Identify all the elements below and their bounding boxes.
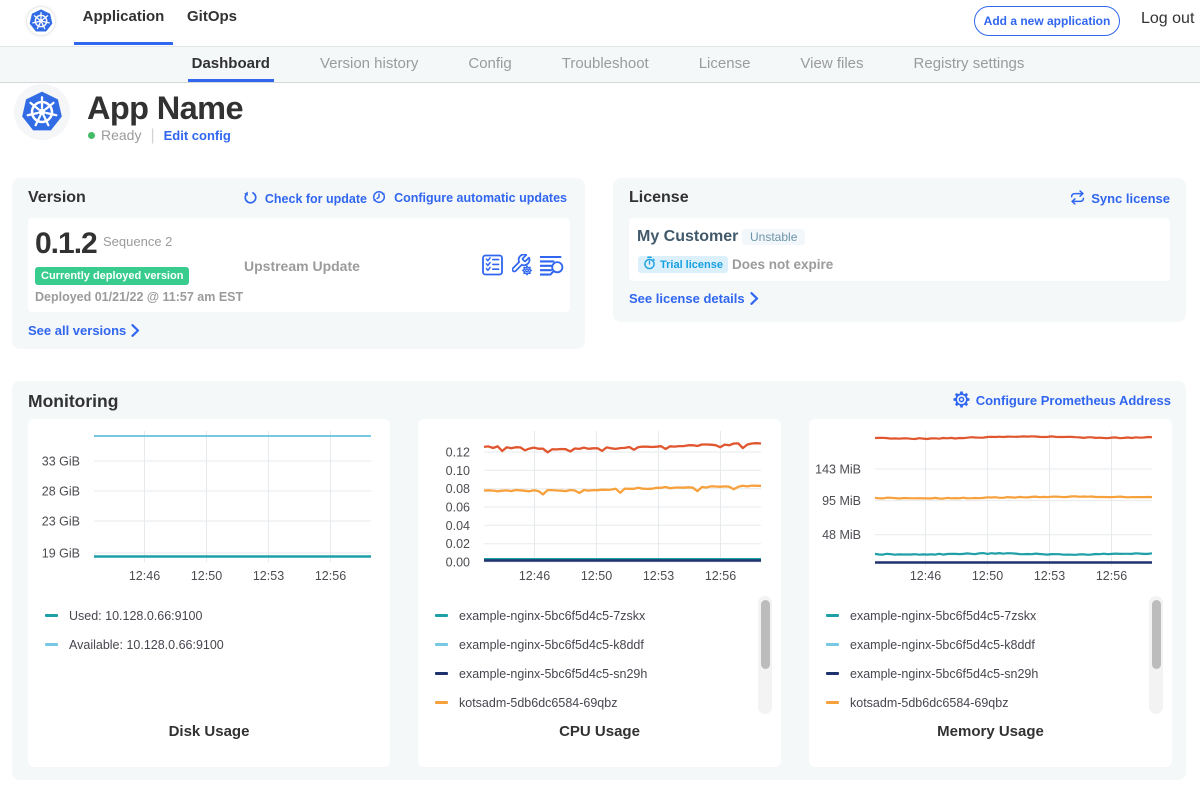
svg-text:0.02: 0.02 [446,537,470,551]
svg-text:143 MiB: 143 MiB [815,463,861,477]
svg-text:23 GiB: 23 GiB [42,515,80,529]
svg-text:0.08: 0.08 [446,482,470,496]
svg-text:12:53: 12:53 [253,569,284,583]
svg-text:12:50: 12:50 [191,569,222,583]
svg-text:0.12: 0.12 [446,446,470,460]
svg-text:33 GiB: 33 GiB [42,455,80,469]
svg-text:0.04: 0.04 [446,519,470,533]
svg-text:12:53: 12:53 [1034,569,1065,583]
svg-text:12:46: 12:46 [519,569,550,583]
svg-text:12:46: 12:46 [129,569,160,583]
svg-text:12:56: 12:56 [315,569,346,583]
svg-text:0.00: 0.00 [446,556,470,570]
svg-text:12:53: 12:53 [643,569,674,583]
svg-text:0.10: 0.10 [446,464,470,478]
svg-text:12:56: 12:56 [1096,569,1127,583]
svg-text:48 MiB: 48 MiB [822,528,861,542]
svg-text:19 GiB: 19 GiB [42,547,80,561]
svg-text:12:46: 12:46 [910,569,941,583]
svg-text:95 MiB: 95 MiB [822,494,861,508]
svg-text:12:56: 12:56 [705,569,736,583]
svg-text:12:50: 12:50 [581,569,612,583]
svg-text:0.06: 0.06 [446,501,470,515]
svg-text:12:50: 12:50 [972,569,1003,583]
svg-text:28 GiB: 28 GiB [42,485,80,499]
